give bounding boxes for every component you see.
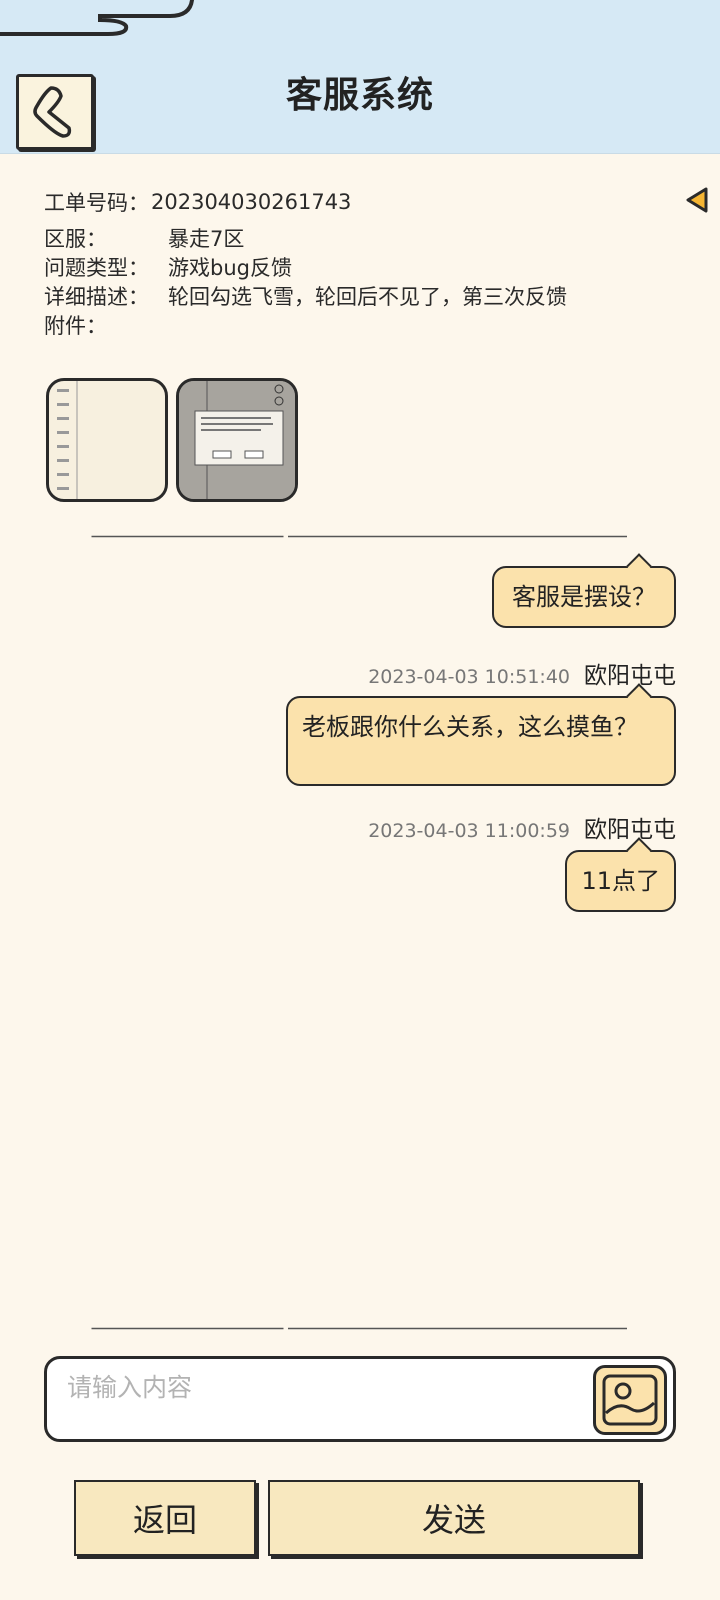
sender-name: 欧阳屯屯 <box>584 663 676 689</box>
message-bubble: 客服是摆设？ <box>492 553 676 628</box>
back-button-bottom[interactable]: 返回 <box>74 1480 256 1556</box>
server-value: 暴走7区 <box>168 226 245 251</box>
send-button[interactable]: 发送 <box>268 1480 640 1556</box>
page-title: 客服系统 <box>285 75 434 116</box>
server-row: 区服： 暴走7区 <box>44 223 567 252</box>
screenshot-thumbnail-menu-icon <box>57 381 78 499</box>
section-divider <box>91 1327 627 1330</box>
sender-name: 欧阳屯屯 <box>584 817 676 843</box>
chat-area: 客服是摆设？ 2023-04-03 10:51:40 欧阳屯屯 老板跟你什么关系… <box>0 548 720 1328</box>
message-text: 老板跟你什么关系，这么摸鱼？ <box>302 713 638 741</box>
message-input-box <box>44 1356 676 1442</box>
description-value: 轮回勾选飞雪，轮回后不见了，第三次反馈 <box>168 284 567 309</box>
attachment-thumbnail[interactable] <box>46 378 168 502</box>
message-input[interactable] <box>67 1367 567 1407</box>
ticket-number-label: 工单号码： <box>44 191 149 215</box>
issue-type-value: 游戏bug反馈 <box>168 255 292 280</box>
header-bar: 客服系统 <box>0 0 720 154</box>
ticket-info: 工单号码： 202304030261743 区服： 暴走7区 问题类型： 游戏b… <box>44 184 567 339</box>
message-timestamp: 2023-04-03 10:51:40 <box>368 666 570 688</box>
attachment-label: 附件： <box>44 313 107 338</box>
section-divider <box>91 535 627 538</box>
ticket-number-row: 工单号码： 202304030261743 <box>44 184 567 220</box>
bubble-tail <box>626 553 652 579</box>
message-timestamp: 2023-04-03 11:00:59 <box>368 820 570 842</box>
message-bubble: 11点了 <box>565 837 676 912</box>
server-label: 区服： <box>44 226 107 251</box>
issue-type-row: 问题类型： 游戏bug反馈 <box>44 252 567 281</box>
attachment-row: 附件： <box>44 310 567 339</box>
cloud-decoration-icon <box>0 0 194 36</box>
message-meta: 2023-04-03 11:00:59 欧阳屯屯 <box>368 810 676 844</box>
description-row: 详细描述： 轮回勾选飞雪，轮回后不见了，第三次反馈 <box>44 281 567 310</box>
image-icon <box>602 1374 658 1426</box>
attachment-thumbnail[interactable] <box>176 378 298 502</box>
message-bubble: 老板跟你什么关系，这么摸鱼？ <box>286 683 676 786</box>
image-upload-button[interactable] <box>593 1365 667 1435</box>
description-label: 详细描述： <box>44 284 149 309</box>
screenshot-thumbnail-dialog-icon <box>179 381 295 499</box>
collapse-arrow-icon[interactable] <box>684 186 710 214</box>
message-text: 11点了 <box>581 867 660 895</box>
ticket-number-value: 202304030261743 <box>151 190 352 214</box>
message-text: 客服是摆设？ <box>512 583 656 611</box>
issue-type-label: 问题类型： <box>44 255 149 280</box>
attachment-list <box>46 378 298 502</box>
message-meta: 2023-04-03 10:51:40 欧阳屯屯 <box>368 656 676 690</box>
